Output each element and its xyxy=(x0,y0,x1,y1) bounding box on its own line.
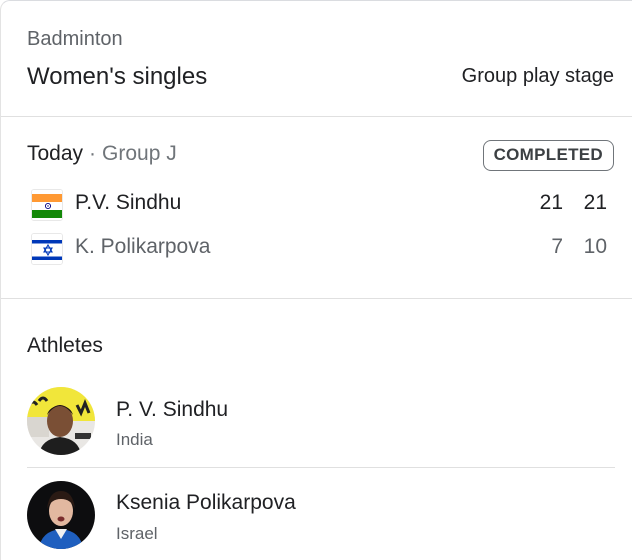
israel-flag-icon xyxy=(31,233,63,265)
athlete-country: India xyxy=(116,430,153,449)
card-header[interactable]: Badminton Women's singles Group play sta… xyxy=(1,1,632,117)
sport-label: Badminton xyxy=(27,28,123,50)
match-result[interactable]: Today · Group J COMPLETED P.V. Sindhu 21 2… xyxy=(1,117,632,299)
india-flag-icon xyxy=(31,189,63,221)
avatar xyxy=(27,481,95,549)
set-score: 21 xyxy=(583,191,607,214)
status-badge: COMPLETED xyxy=(482,140,614,171)
set-score: 7 xyxy=(551,235,563,258)
athlete-country: Israel xyxy=(116,524,158,543)
sports-result-card: Badminton Women's singles Group play sta… xyxy=(0,0,632,560)
athlete-item[interactable]: Ksenia Polikarpova Israel xyxy=(27,469,615,559)
athletes-heading: Athletes xyxy=(27,334,103,357)
athlete-item[interactable]: P. V. Sindhu India xyxy=(27,378,615,468)
stage-label: Group play stage xyxy=(461,65,614,87)
meta-separator: · xyxy=(89,142,97,165)
player-name: P.V. Sindhu xyxy=(75,191,182,214)
avatar xyxy=(27,387,95,455)
match-group: Group J xyxy=(102,142,177,165)
player-row: P.V. Sindhu 21 21 xyxy=(27,185,617,221)
match-meta: Today · Group J xyxy=(27,142,177,166)
athletes-section: Athletes P. V. Sindhu India Ksenia Polik… xyxy=(1,299,632,560)
match-date: Today xyxy=(27,142,84,165)
player-name: K. Polikarpova xyxy=(75,235,211,258)
athlete-name: P. V. Sindhu xyxy=(116,398,229,421)
set-score: 10 xyxy=(583,235,607,258)
event-title: Women's singles xyxy=(27,63,208,90)
set-score: 21 xyxy=(539,191,563,214)
athlete-name: Ksenia Polikarpova xyxy=(116,491,296,514)
player-row: K. Polikarpova 7 10 xyxy=(27,229,617,265)
